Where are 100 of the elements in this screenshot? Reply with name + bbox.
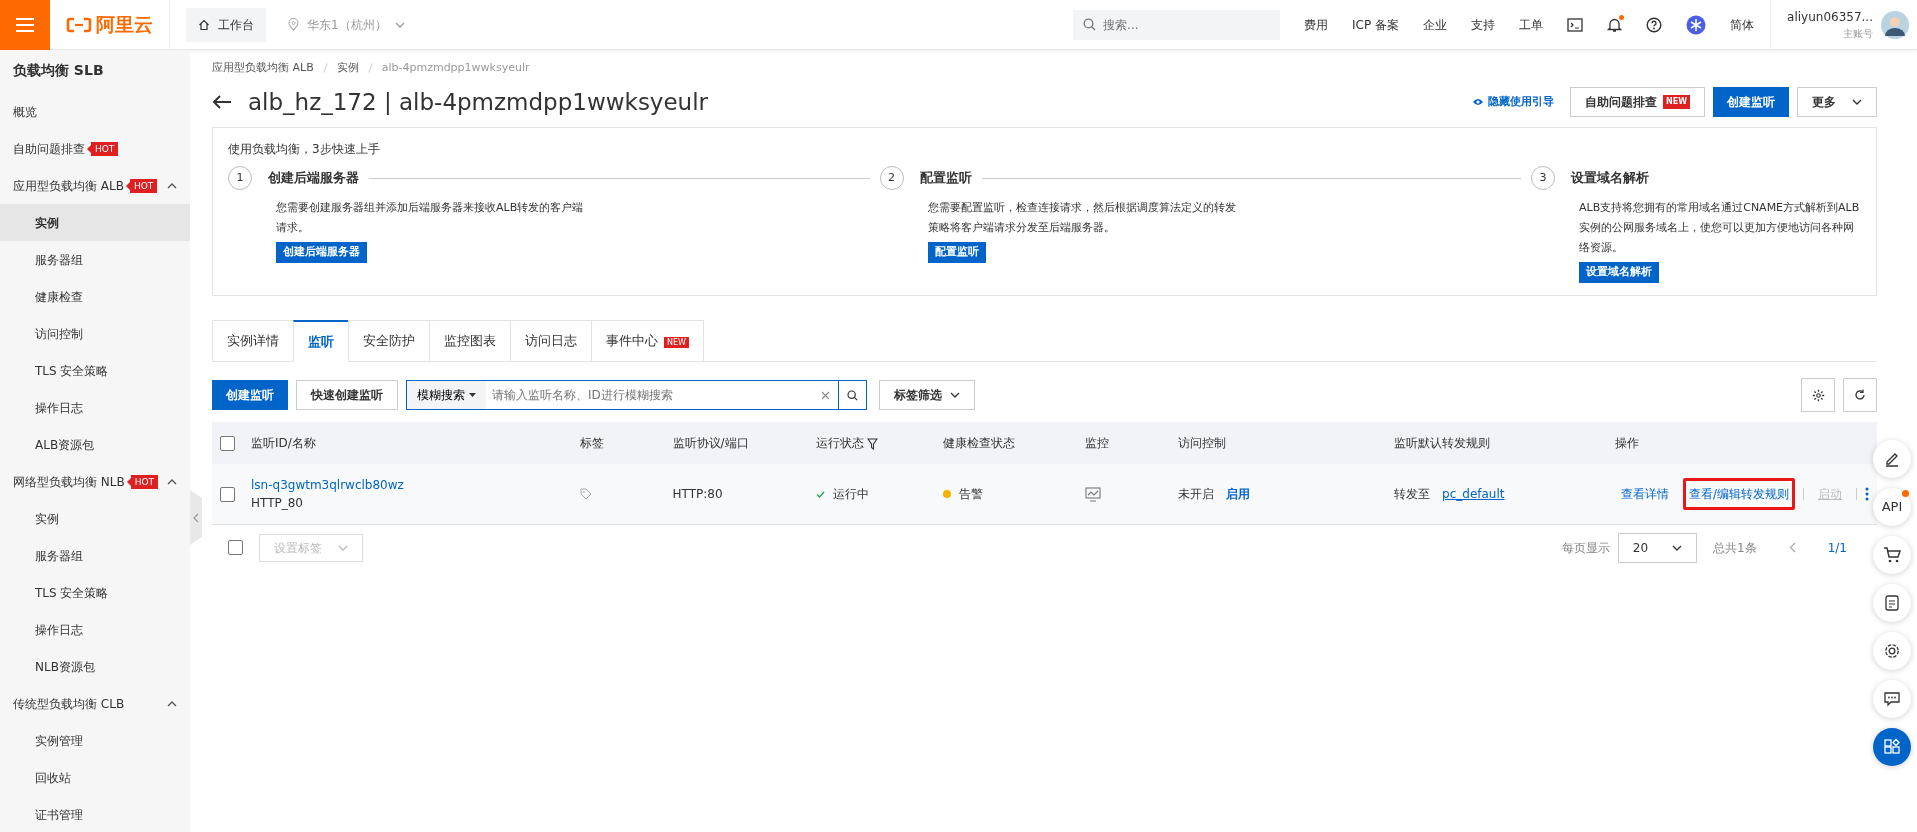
workbench-button[interactable]: 工作台 xyxy=(186,7,266,42)
select-all-checkbox[interactable] xyxy=(220,436,235,451)
column-header: 健康检查状态 xyxy=(942,436,1015,450)
account-type: 主账号 xyxy=(1842,27,1873,41)
nav-link[interactable]: 企业 xyxy=(1423,15,1448,34)
sidebar-group[interactable]: 应用型负载均衡 ALB xyxy=(13,176,124,195)
settings-icon xyxy=(1883,642,1901,660)
sidebar-item[interactable]: 服务器组 xyxy=(0,241,190,278)
tab[interactable]: 实例详情 xyxy=(212,319,294,361)
apps-button[interactable] xyxy=(1873,728,1911,766)
refresh-button[interactable] xyxy=(1843,378,1877,412)
document-icon xyxy=(1883,594,1901,612)
action-link[interactable]: 查看/编辑转发规则 xyxy=(1682,477,1795,510)
create-listener-button[interactable]: 创建监听 xyxy=(212,380,288,410)
sidebar-item[interactable]: 证书管理 xyxy=(0,796,190,832)
tag-filter-dropdown[interactable]: 标签筛选 xyxy=(879,380,975,410)
create-listener-button[interactable]: 创建监听 xyxy=(1713,86,1789,117)
nav-link[interactable]: 费用 xyxy=(1304,15,1329,34)
location-pin-icon xyxy=(288,18,299,31)
collapse-handle[interactable] xyxy=(190,490,202,545)
check-icon xyxy=(815,490,825,498)
sidebar-item[interactable]: 实例管理 xyxy=(0,722,190,759)
select-all-checkbox[interactable] xyxy=(228,540,243,555)
breadcrumb-item: alb-4pmzmdpp1wwksyeulr xyxy=(381,60,530,76)
nav-link[interactable]: ICP 备案 xyxy=(1352,15,1400,34)
tab[interactable]: 事件中心 NEW xyxy=(591,319,704,361)
sidebar-item[interactable]: 概览 xyxy=(13,102,37,121)
table-cell: 未开启 xyxy=(1178,486,1215,501)
hot-badge: HOT xyxy=(129,178,158,193)
search-field[interactable]: 搜索... xyxy=(1073,9,1281,40)
row-checkbox[interactable] xyxy=(220,486,235,502)
collapse-icon xyxy=(167,477,177,487)
hide-guide-link[interactable]: 隐藏使用引导 xyxy=(1472,93,1554,110)
sidebar-item[interactable]: 健康检查 xyxy=(0,278,190,315)
step-number: 1 xyxy=(228,166,252,190)
gear-icon xyxy=(1811,388,1825,402)
sidebar-item[interactable]: 实例 xyxy=(0,204,190,241)
rule-link[interactable]: pc_default xyxy=(1442,486,1505,501)
status-text: 运行中 xyxy=(832,486,869,503)
document-button[interactable] xyxy=(1873,584,1911,622)
filter-icon[interactable] xyxy=(867,437,879,450)
step-description: ALB支持将您拥有的常用域名通过CNAME方式解析到ALB实例的公网服务域名上，使您可以更加方便地访问各种网络资源。 xyxy=(1579,200,1861,256)
guide-intro: 使用负载均衡，3步快速上手 xyxy=(228,141,381,158)
caret-icon xyxy=(950,390,960,400)
api-button[interactable]: API xyxy=(1873,488,1911,526)
sidebar-item[interactable]: 访问控制 xyxy=(0,315,190,352)
sidebar-item[interactable]: NLB资源包 xyxy=(0,648,190,685)
more-dropdown[interactable]: 更多 xyxy=(1797,86,1877,117)
action-link: 启动 xyxy=(1817,485,1843,503)
step-button[interactable]: 配置监听 xyxy=(927,242,986,263)
step-number: 2 xyxy=(879,166,904,190)
search-mode-dropdown[interactable]: 模糊搜索 xyxy=(407,381,486,409)
sidebar-item[interactable]: TLS 安全策略 xyxy=(0,574,190,611)
enable-link[interactable]: 启用 xyxy=(1225,486,1250,501)
hot-badge: HOT xyxy=(130,474,159,489)
monitor-icon[interactable] xyxy=(1085,486,1102,502)
avatar-icon[interactable] xyxy=(1881,10,1909,39)
sidebar-item[interactable]: 服务器组 xyxy=(0,537,190,574)
nav-link[interactable]: 工单 xyxy=(1519,15,1544,34)
sidebar-item[interactable]: 操作日志 xyxy=(0,611,190,648)
back-arrow-icon[interactable] xyxy=(212,93,232,110)
step-title: 创建后端服务器 xyxy=(268,169,359,188)
health-status: 告警 xyxy=(958,485,983,503)
tab[interactable]: 监听 xyxy=(293,319,349,362)
settings-button[interactable] xyxy=(1873,632,1911,670)
chat-button[interactable] xyxy=(1873,680,1911,718)
sidebar-item[interactable]: 回收站 xyxy=(0,759,190,796)
sidebar-group[interactable]: 网络型负载均衡 NLB xyxy=(13,472,125,491)
sidebar-group[interactable]: 传统型负载均衡 CLB xyxy=(13,694,125,713)
sidebar-item[interactable]: 自助问题排查 xyxy=(13,139,85,158)
language-link[interactable]: 简体 xyxy=(1730,15,1755,34)
sidebar-item[interactable]: TLS 安全策略 xyxy=(0,352,190,389)
menu-icon xyxy=(15,16,35,33)
action-link[interactable]: 查看详情 xyxy=(1614,477,1675,510)
page-size-dropdown[interactable]: 20 xyxy=(1617,532,1698,563)
breadcrumb-item[interactable]: 应用型负载均衡 ALB xyxy=(212,60,314,77)
listener-id-link[interactable]: lsn-q3gwtm3qlrwclb80wz xyxy=(251,475,564,494)
bell-icon[interactable] xyxy=(1607,16,1623,33)
menu-button[interactable] xyxy=(0,0,50,50)
breadcrumb-item[interactable]: 实例 xyxy=(336,60,359,77)
troubleshoot-button[interactable]: 自助问题排查 NEW xyxy=(1570,86,1705,117)
edit-button[interactable] xyxy=(1873,440,1911,478)
caret-icon xyxy=(469,393,476,397)
assistant-icon[interactable] xyxy=(1686,14,1707,35)
sidebar-item[interactable]: 实例 xyxy=(0,500,190,537)
terminal-icon[interactable] xyxy=(1567,17,1584,32)
sidebar-item[interactable]: 操作日志 xyxy=(0,389,190,426)
search-field[interactable]: 模糊搜索 请输入监听名称、ID进行模糊搜索 xyxy=(406,380,867,410)
user-name[interactable]: aliyun06357... xyxy=(1787,8,1873,26)
step-button[interactable]: 设置域名解析 xyxy=(1579,262,1659,283)
clear-icon[interactable] xyxy=(821,390,830,400)
cart-button[interactable] xyxy=(1873,536,1911,574)
sidebar-title: 负载均衡 SLB xyxy=(12,61,105,80)
settings-button[interactable] xyxy=(1801,378,1835,412)
more-icon[interactable] xyxy=(1865,486,1869,501)
help-icon[interactable] xyxy=(1646,16,1663,33)
step-button[interactable]: 创建后端服务器 xyxy=(276,242,367,263)
quick-create-button[interactable]: 快速创建监听 xyxy=(296,380,398,410)
sidebar-item[interactable]: ALB资源包 xyxy=(0,426,190,463)
nav-link[interactable]: 支持 xyxy=(1471,15,1496,34)
